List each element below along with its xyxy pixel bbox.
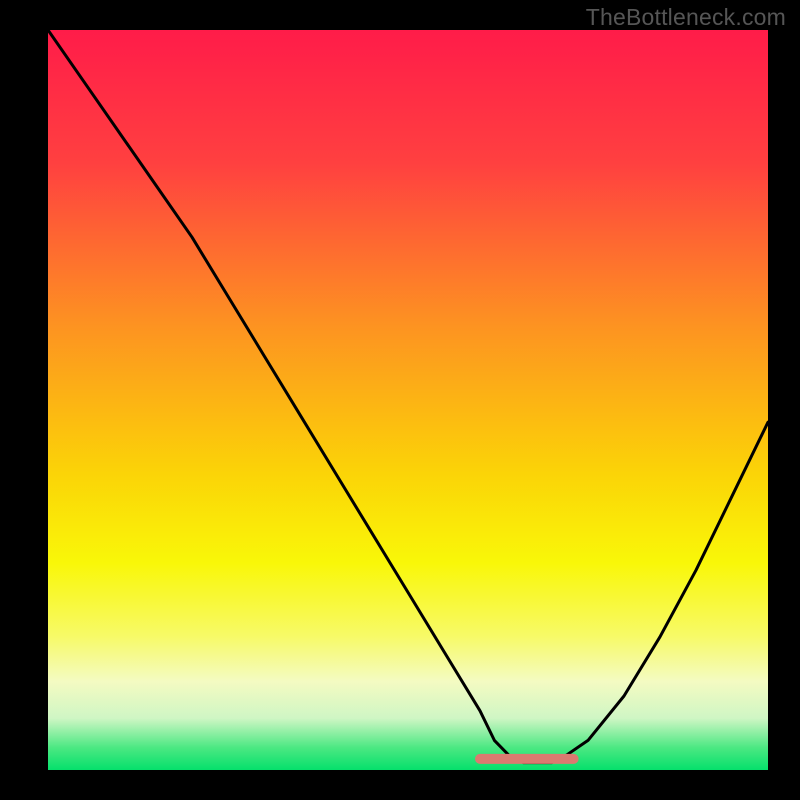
bottleneck-chart — [0, 0, 800, 800]
chart-frame: TheBottleneck.com — [0, 0, 800, 800]
plot-background — [48, 30, 768, 770]
watermark-text: TheBottleneck.com — [586, 4, 786, 31]
